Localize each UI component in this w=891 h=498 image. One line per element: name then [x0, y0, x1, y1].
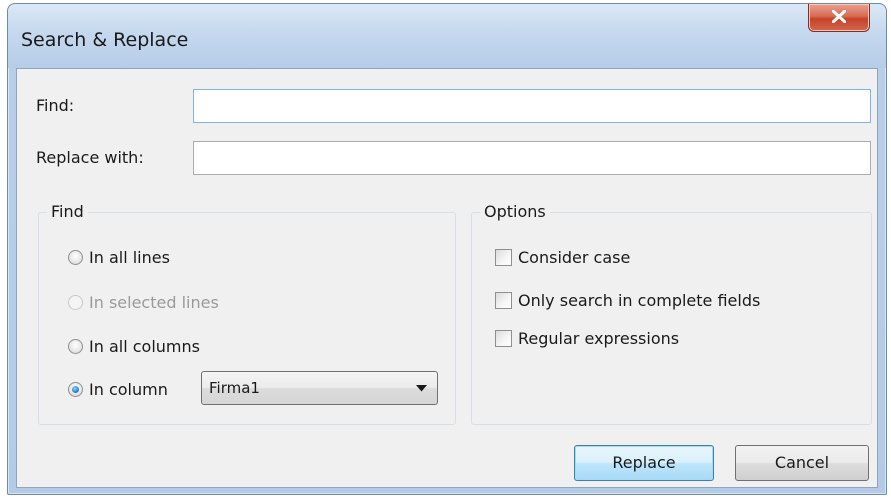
- find-input[interactable]: [193, 89, 871, 123]
- radio-label: In selected lines: [89, 292, 219, 312]
- checkbox[interactable]: [495, 329, 512, 347]
- close-button[interactable]: [808, 4, 870, 32]
- dialog-client-area: Find: Replace with: Find In all lines In…: [16, 68, 878, 488]
- checkbox[interactable]: [495, 291, 512, 309]
- radio-button[interactable]: [68, 381, 83, 397]
- find-scope-group: Find In all lines In selected lines In a…: [38, 202, 456, 425]
- radio-button[interactable]: [68, 338, 83, 354]
- radio-in-selected-lines: In selected lines: [68, 291, 219, 313]
- options-group-title: Options: [480, 202, 550, 221]
- replace-button[interactable]: Replace: [574, 445, 714, 481]
- checkbox-label: Consider case: [518, 247, 631, 267]
- checkbox[interactable]: [495, 248, 512, 266]
- radio-button[interactable]: [68, 249, 83, 265]
- checkbox-label: Regular expressions: [518, 328, 680, 348]
- title-bar[interactable]: Search & Replace: [8, 4, 886, 68]
- cancel-button[interactable]: Cancel: [735, 445, 869, 481]
- replace-input[interactable]: [193, 141, 871, 175]
- column-select[interactable]: Firma1: [201, 371, 438, 405]
- search-replace-dialog: Search & Replace Find: Replace with: Fin…: [7, 3, 887, 495]
- checkbox-regular-expressions[interactable]: Regular expressions: [495, 327, 679, 349]
- radio-in-all-lines[interactable]: In all lines: [68, 246, 170, 268]
- close-icon: [832, 10, 846, 23]
- radio-in-column[interactable]: In column: [68, 378, 168, 400]
- find-label: Find:: [36, 96, 75, 115]
- chevron-down-icon: [416, 385, 427, 392]
- radio-label: In all lines: [89, 247, 170, 267]
- checkbox-label: Only search in complete fields: [518, 290, 761, 310]
- column-select-value: Firma1: [209, 379, 260, 397]
- window-title: Search & Replace: [21, 29, 189, 51]
- options-group: Options Consider case Only search in com…: [471, 202, 872, 425]
- find-group-title: Find: [47, 202, 88, 221]
- radio-label: In all columns: [89, 336, 200, 356]
- radio-button: [68, 294, 83, 310]
- radio-in-all-columns[interactable]: In all columns: [68, 335, 200, 357]
- checkbox-consider-case[interactable]: Consider case: [495, 246, 630, 268]
- replace-with-label: Replace with:: [36, 148, 144, 167]
- radio-label: In column: [89, 379, 168, 399]
- checkbox-complete-fields[interactable]: Only search in complete fields: [495, 289, 760, 311]
